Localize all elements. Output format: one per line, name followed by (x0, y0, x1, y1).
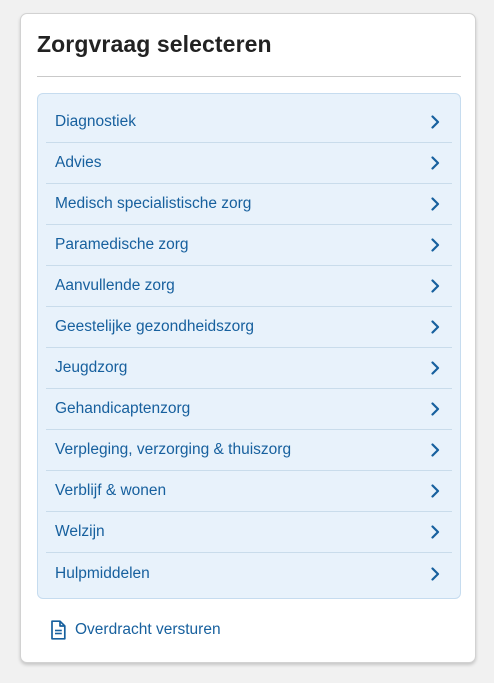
category-label: Medisch specialistische zorg (55, 195, 252, 212)
chevron-right-icon (428, 361, 442, 375)
category-item-welzijn[interactable]: Welzijn (46, 512, 452, 553)
chevron-right-icon (428, 238, 442, 252)
category-label: Verpleging, verzorging & thuiszorg (55, 441, 292, 458)
chevron-right-icon (428, 320, 442, 334)
category-label: Welzijn (55, 523, 105, 540)
chevron-right-icon (428, 402, 442, 416)
document-icon (50, 620, 66, 640)
care-request-panel: Zorgvraag selecteren Diagnostiek Advies … (20, 13, 476, 663)
category-item-verpleging-verzorging-thuiszorg[interactable]: Verpleging, verzorging & thuiszorg (46, 430, 452, 471)
send-transfer-link[interactable]: Overdracht versturen (50, 620, 221, 640)
panel-title: Zorgvraag selecteren (37, 31, 272, 57)
send-transfer-label: Overdracht versturen (75, 621, 221, 638)
category-label: Diagnostiek (55, 113, 136, 130)
chevron-right-icon (428, 566, 442, 581)
category-item-medisch-specialistische-zorg[interactable]: Medisch specialistische zorg (46, 184, 452, 225)
category-item-gehandicaptenzorg[interactable]: Gehandicaptenzorg (46, 389, 452, 430)
category-label: Verblijf & wonen (55, 482, 167, 499)
category-label: Geestelijke gezondheidszorg (55, 318, 255, 335)
category-label: Aanvullende zorg (55, 277, 175, 294)
category-label: Hulpmiddelen (55, 564, 150, 582)
category-item-advies[interactable]: Advies (46, 143, 452, 184)
category-item-aanvullende-zorg[interactable]: Aanvullende zorg (46, 266, 452, 307)
chevron-right-icon (428, 443, 442, 457)
category-item-hulpmiddelen[interactable]: Hulpmiddelen (46, 553, 452, 594)
chevron-right-icon (428, 484, 442, 498)
care-category-list: Diagnostiek Advies Medisch specialistisc… (37, 93, 461, 599)
category-label: Jeugdzorg (55, 359, 128, 376)
category-item-verblijf-wonen[interactable]: Verblijf & wonen (46, 471, 452, 512)
category-label: Advies (55, 154, 102, 171)
category-item-geestelijke-gezondheidszorg[interactable]: Geestelijke gezondheidszorg (46, 307, 452, 348)
chevron-right-icon (428, 156, 442, 170)
chevron-right-icon (428, 279, 442, 293)
chevron-right-icon (428, 197, 442, 211)
category-item-jeugdzorg[interactable]: Jeugdzorg (46, 348, 452, 389)
category-label: Paramedische zorg (55, 236, 189, 253)
category-item-paramedische-zorg[interactable]: Paramedische zorg (46, 225, 452, 266)
chevron-right-icon (428, 115, 442, 129)
chevron-right-icon (428, 525, 442, 539)
category-item-diagnostiek[interactable]: Diagnostiek (46, 102, 452, 143)
title-divider (37, 76, 461, 77)
category-label: Gehandicaptenzorg (55, 400, 191, 417)
